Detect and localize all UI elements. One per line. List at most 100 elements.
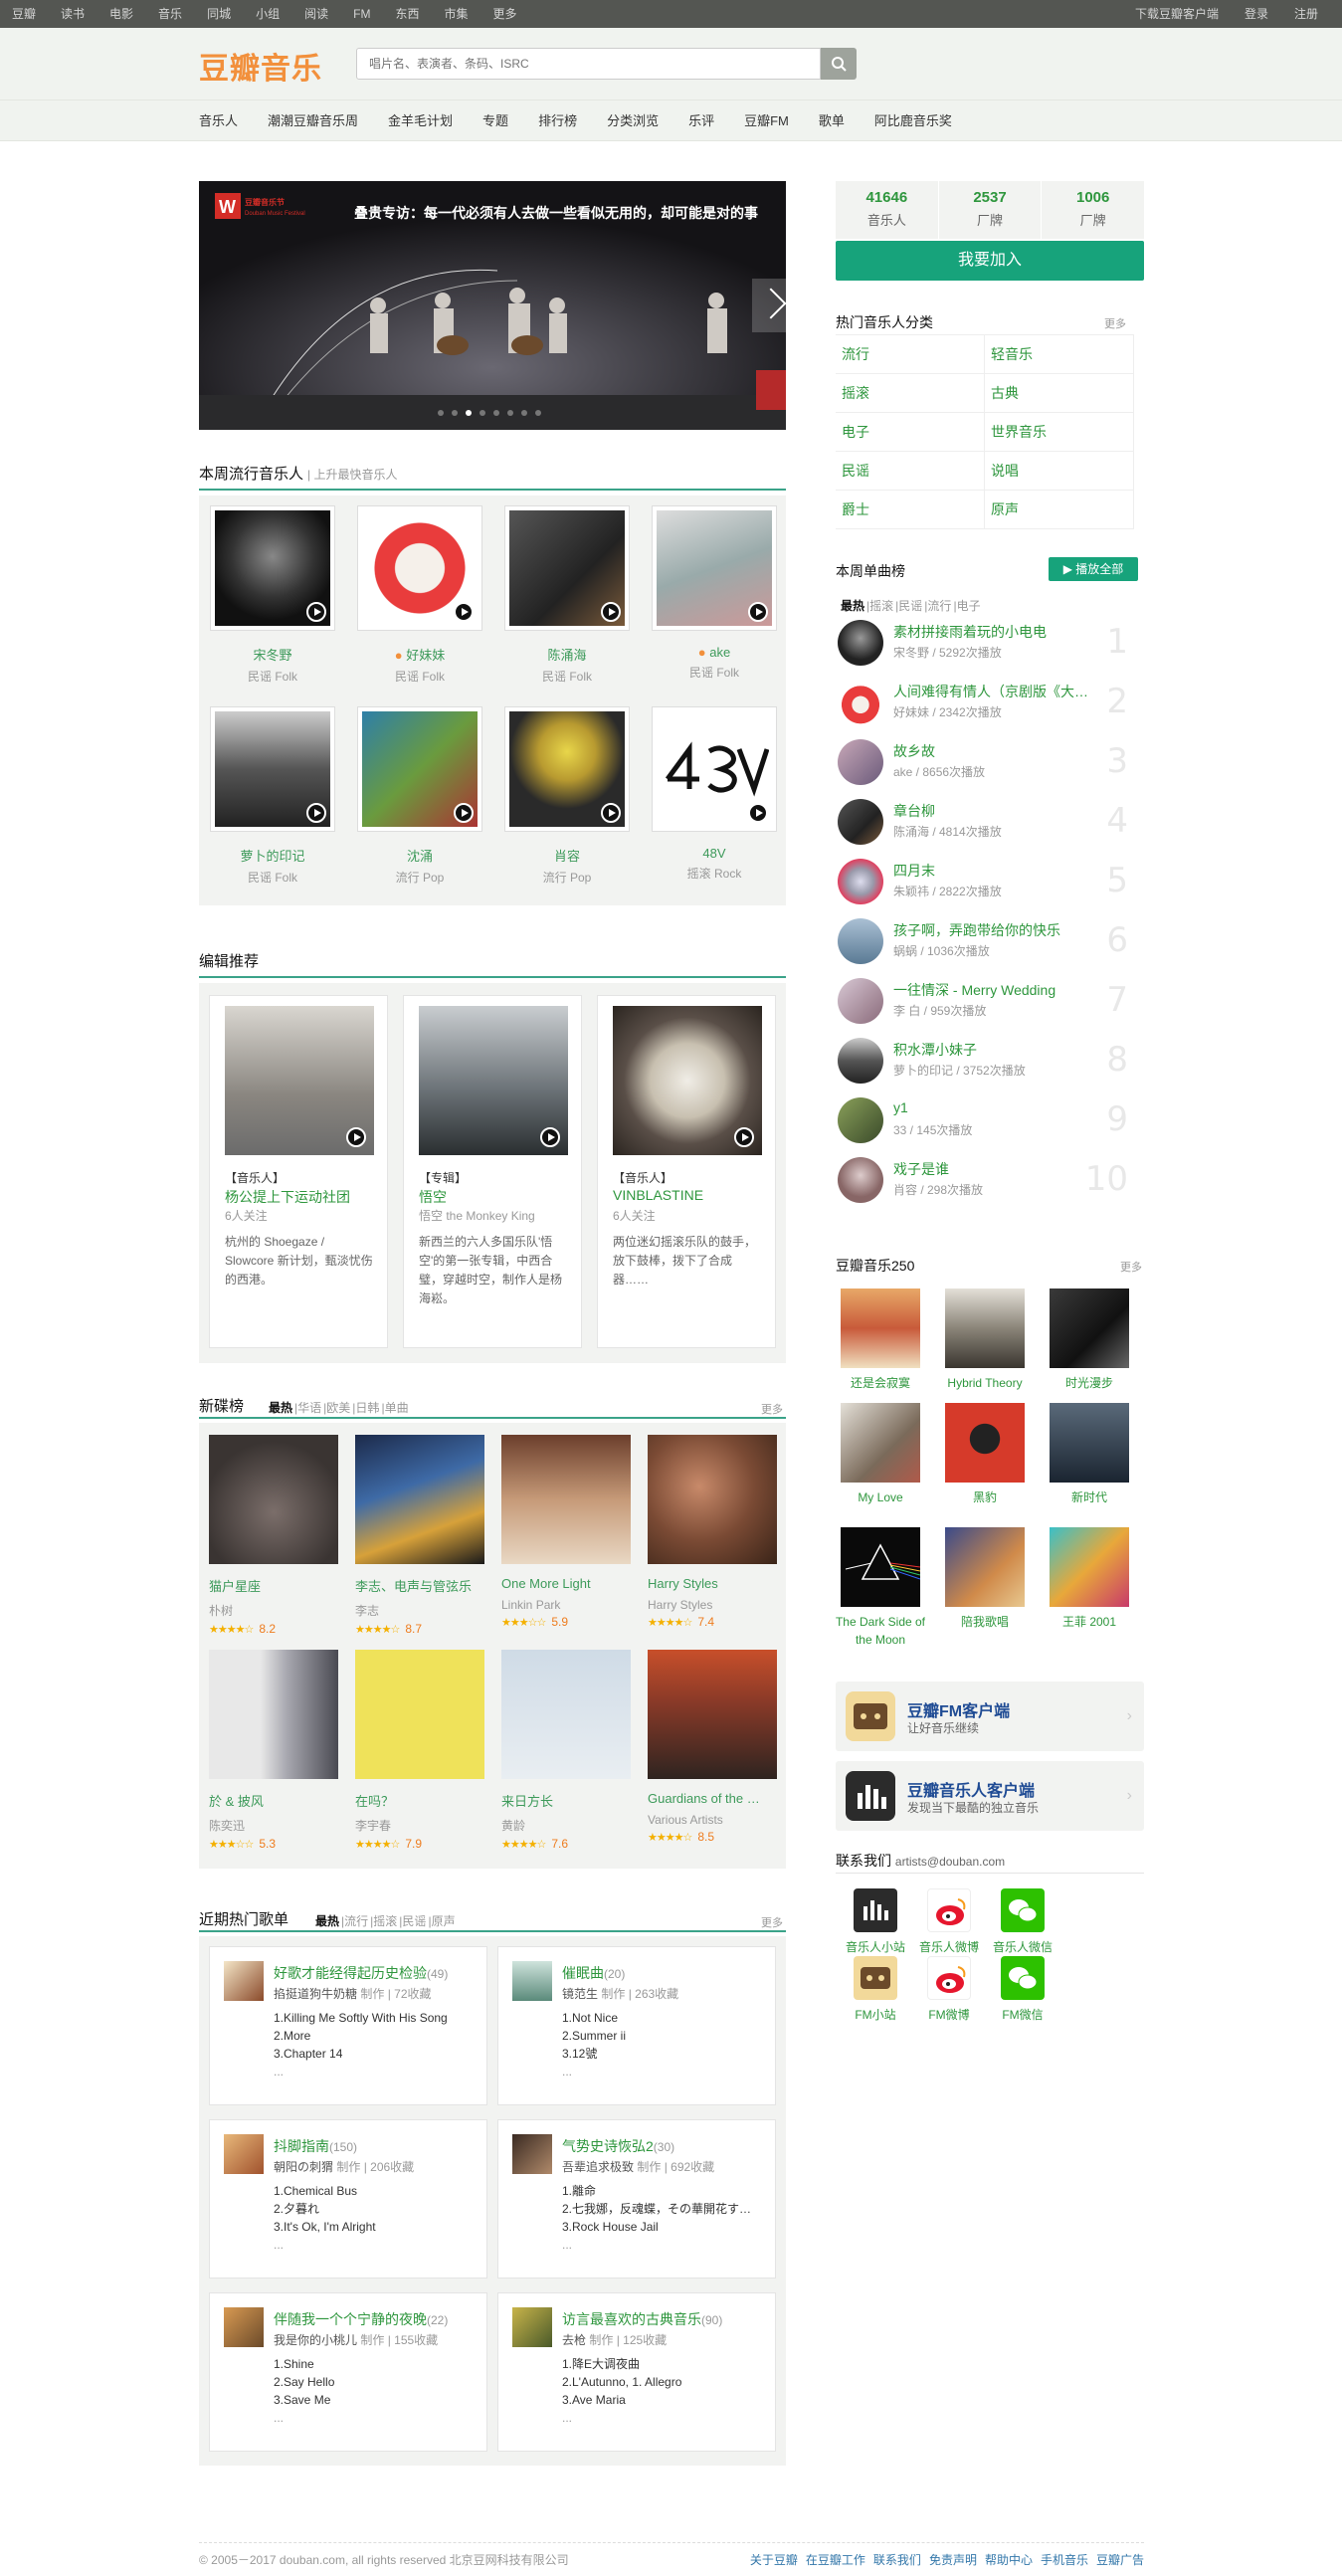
contact-fm-wechat[interactable]: FM微信: [987, 1956, 1058, 2023]
album-card[interactable]: 猫户星座 朴树 ★★★★☆ 8.2: [209, 1435, 342, 1636]
contact-email[interactable]: artists@douban.com: [895, 1855, 1005, 1869]
single-name[interactable]: 一往情深 - Merry Wedding: [893, 980, 1102, 1000]
artist-photo[interactable]: [210, 505, 335, 631]
album-artist[interactable]: Various Artists: [648, 1813, 781, 1827]
carousel-dot[interactable]: [521, 410, 527, 416]
topnav-link-books[interactable]: 读书: [61, 0, 85, 28]
album-cover[interactable]: [209, 1435, 338, 1564]
editor-pick-card[interactable]: 【音乐人】 VINBLASTINE 6人关注 两位迷幻摇滚乐队的鼓手，放下鼓棒，拨下了…: [597, 995, 776, 1348]
topnav-link-groups[interactable]: 小组: [256, 0, 280, 28]
carousel-dot[interactable]: [507, 410, 513, 416]
single-name[interactable]: 积水潭小妹子: [893, 1040, 1102, 1060]
top250-item[interactable]: The Dark Side of the Moon: [831, 1527, 930, 1649]
topnav-link-douban[interactable]: 豆瓣: [12, 0, 36, 28]
search-button[interactable]: [821, 48, 857, 80]
playlist-thumb[interactable]: [512, 2134, 552, 2174]
album-cover[interactable]: [945, 1288, 1025, 1368]
tab-electronic[interactable]: 电子: [957, 599, 981, 613]
top250-item[interactable]: 还是会寂寞: [831, 1288, 930, 1392]
single-row[interactable]: 一往情深 - Merry Wedding 李 白 / 959次播放 7: [836, 972, 1144, 1028]
footer-link-jobs[interactable]: 在豆瓣工作: [806, 2551, 865, 2568]
album-artist[interactable]: 陈奕迅: [209, 1817, 342, 1834]
category-rap[interactable]: 说唱: [985, 452, 1134, 490]
subnav-fm[interactable]: 豆瓣FM: [744, 100, 789, 142]
banner-headline[interactable]: 叠贵专访：每一代必须有人去做一些看似无用的，却可能是对的事: [354, 203, 758, 223]
footer-link-mobile[interactable]: 手机音乐: [1041, 2551, 1088, 2568]
album-name[interactable]: 在吗？: [355, 1791, 488, 1810]
pick-title[interactable]: 悟空: [419, 1187, 447, 1207]
topnav-link-things[interactable]: 东西: [395, 0, 419, 28]
album-cover[interactable]: [841, 1527, 921, 1607]
album-cover[interactable]: [209, 1650, 338, 1779]
album-name[interactable]: One More Light: [501, 1576, 635, 1591]
play-icon[interactable]: [306, 602, 326, 622]
single-avatar[interactable]: [838, 799, 883, 845]
artist-photo[interactable]: [357, 505, 482, 631]
topnav-link-market[interactable]: 市集: [444, 0, 468, 28]
category-soundtrack[interactable]: 原声: [985, 491, 1134, 528]
album-cover[interactable]: [841, 1288, 920, 1368]
play-all-button[interactable]: ▶ 播放全部: [1049, 557, 1138, 581]
single-avatar[interactable]: [838, 1157, 883, 1203]
tab-hot[interactable]: 最热: [315, 1914, 339, 1928]
pick-image[interactable]: [613, 1006, 762, 1155]
top250-item[interactable]: 时光漫步: [1040, 1288, 1139, 1392]
artist-card[interactable]: ● 好妹妹 民谣 Folk: [354, 505, 485, 685]
single-name[interactable]: 孩子啊，弄跑带给你的快乐: [893, 920, 1102, 940]
album-name[interactable]: 陪我歌唱: [935, 1613, 1035, 1631]
editor-pick-card[interactable]: 【专辑】 悟空 悟空 the Monkey King 新西兰的六人多国乐队'悟空'的第…: [403, 995, 582, 1348]
subnav-playlists[interactable]: 歌单: [819, 100, 845, 142]
single-row[interactable]: 四月末 朱颖祎 / 2822次播放 5: [836, 853, 1144, 908]
artist-card[interactable]: 48V 摇滚 Rock: [649, 706, 780, 882]
category-pop[interactable]: 流行: [836, 335, 985, 373]
artist-name[interactable]: 宋冬野: [207, 645, 338, 664]
tab-pop[interactable]: 流行: [927, 599, 951, 613]
artist-photo[interactable]: [210, 706, 335, 832]
rising-link[interactable]: | 上升最快音乐人: [307, 468, 397, 482]
playlist-card[interactable]: 抖脚指南(150) 朝阳の刺猬 制作 | 206收藏 1.Chemical Bus 2…: [209, 2119, 487, 2279]
single-name[interactable]: 四月末: [893, 861, 1102, 881]
top250-item[interactable]: 黑豹: [935, 1403, 1035, 1506]
carousel-dot[interactable]: [452, 410, 458, 416]
tab-pop[interactable]: 流行: [344, 1914, 368, 1928]
carousel-dot[interactable]: [493, 410, 499, 416]
album-name[interactable]: 还是会寂寞: [831, 1374, 930, 1392]
subnav-charts[interactable]: 排行榜: [538, 100, 577, 142]
new-albums-more-link[interactable]: 更多: [761, 1401, 783, 1417]
play-icon[interactable]: [454, 602, 474, 622]
category-rock[interactable]: 摇滚: [836, 374, 985, 412]
single-row[interactable]: 戏子是谁 肖容 / 298次播放 10: [836, 1151, 1144, 1207]
tab-western[interactable]: 欧美: [326, 1401, 350, 1415]
musician-app-title[interactable]: 豆瓣音乐人客户端: [907, 1777, 1035, 1801]
carousel-dot-active[interactable]: [466, 410, 472, 416]
album-cover[interactable]: [501, 1435, 631, 1564]
top250-item[interactable]: My Love: [831, 1403, 930, 1506]
stat-labels-2[interactable]: 1006 厂牌: [1042, 181, 1144, 239]
stat-musicians[interactable]: 41646 音乐人: [836, 181, 939, 239]
artist-photo[interactable]: [504, 706, 630, 832]
category-world[interactable]: 世界音乐: [985, 413, 1134, 451]
weibo-icon[interactable]: [927, 1888, 971, 1932]
album-cover[interactable]: [648, 1435, 777, 1564]
contact-musician-site[interactable]: 音乐人小站: [840, 1888, 911, 1955]
topnav-link-read[interactable]: 阅读: [304, 0, 328, 28]
subnav-topics[interactable]: 专题: [482, 100, 508, 142]
album-cover[interactable]: [1050, 1527, 1129, 1607]
footer-link-disclaimer[interactable]: 免责声明: [929, 2551, 977, 2568]
tab-soundtrack[interactable]: 原声: [432, 1914, 456, 1928]
playlist-thumb[interactable]: [224, 1961, 264, 2001]
single-name[interactable]: y1: [893, 1099, 1102, 1115]
album-name[interactable]: 猫户星座: [209, 1576, 342, 1595]
play-icon[interactable]: [748, 602, 768, 622]
album-artist[interactable]: 李志: [355, 1602, 488, 1619]
play-icon[interactable]: [346, 1127, 366, 1147]
join-button[interactable]: 我要加入: [836, 241, 1144, 281]
album-name[interactable]: Harry Styles: [648, 1576, 781, 1591]
editor-pick-card[interactable]: 【音乐人】 杨公提上下运动社团 6人关注 杭州的 Shoegaze / Slowcor…: [209, 995, 388, 1348]
album-cover[interactable]: [945, 1527, 1025, 1607]
artist-card[interactable]: 肖容 流行 Pop: [501, 706, 633, 886]
album-name[interactable]: The Dark Side of the Moon: [831, 1613, 930, 1649]
album-name[interactable]: 时光漫步: [1040, 1374, 1139, 1392]
search-input[interactable]: [357, 49, 820, 79]
single-name[interactable]: 素材拼接雨着玩的小电电: [893, 622, 1102, 642]
